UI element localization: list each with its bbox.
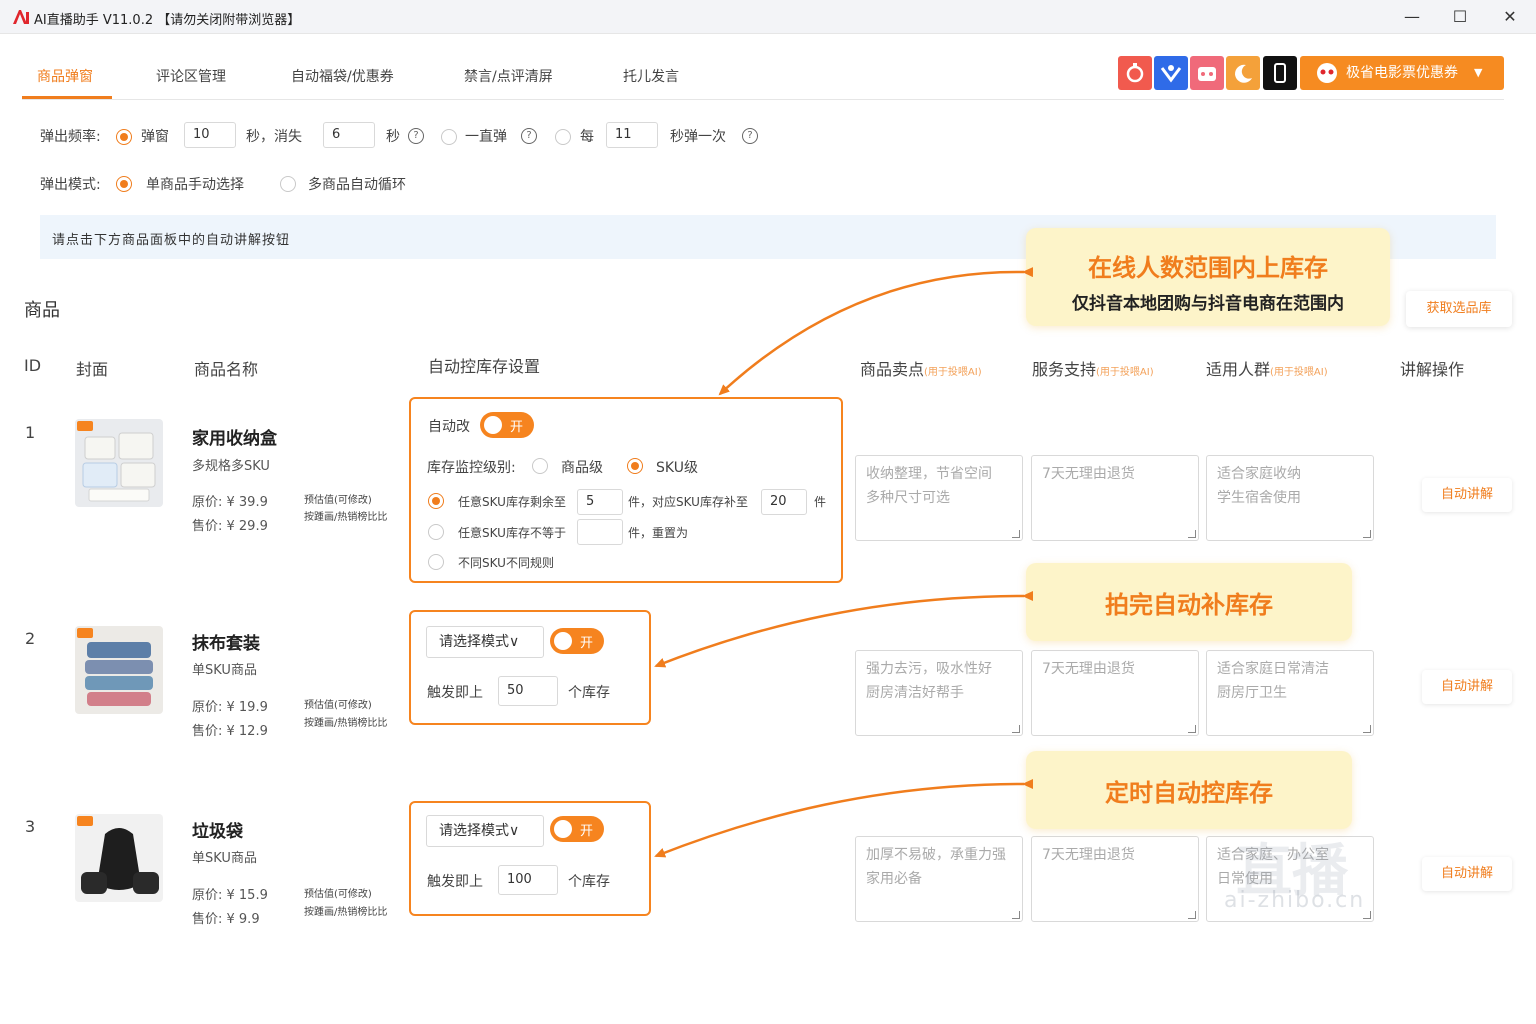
watermark: 直播 ai-zhibo.cn	[1216, 826, 1406, 918]
watermark-url: ai-zhibo.cn	[1224, 888, 1366, 913]
arrow-to-panel-2	[654, 590, 1034, 668]
arrow-to-panel-3	[654, 778, 1034, 858]
arrow-to-panel-1	[718, 267, 1034, 396]
